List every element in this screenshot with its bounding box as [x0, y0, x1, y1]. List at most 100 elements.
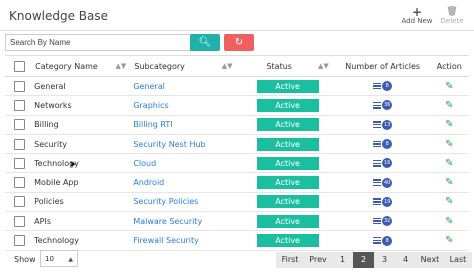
- status-badge: Active: [256, 214, 319, 228]
- header-divider: [0, 30, 474, 31]
- delete-label: Delete: [440, 17, 464, 25]
- refresh-icon: ↻: [234, 37, 244, 48]
- row-checkbox[interactable]: [14, 119, 26, 131]
- article-count-badge: 32: [382, 216, 393, 227]
- column-header-category[interactable]: Category Name ▲▼: [34, 55, 134, 77]
- subcategory-link[interactable]: Security Policies: [133, 197, 198, 206]
- article-count-badge: 36: [382, 100, 393, 111]
- subcategory-link[interactable]: Cloud: [133, 159, 156, 168]
- table-row: APIs Malware Security Active 32 ✎: [5, 211, 469, 232]
- category-name: Security: [34, 134, 134, 155]
- page-button-last[interactable]: Last: [444, 252, 472, 268]
- page-button-3[interactable]: 3: [374, 252, 395, 268]
- subcategory-link[interactable]: Graphics: [133, 101, 168, 110]
- plus-icon: +: [411, 5, 423, 19]
- table-header-row: Category Name ▲▼ Subcategory ▲▼ Status ▲▼ N…: [5, 55, 469, 77]
- sort-icon[interactable]: ▲▼: [222, 62, 233, 70]
- articles-link[interactable]: 19: [373, 196, 393, 207]
- status-badge: Active: [256, 137, 319, 151]
- add-new-label: Add New: [401, 17, 433, 25]
- row-checkbox[interactable]: [14, 157, 26, 169]
- row-checkbox[interactable]: [14, 177, 26, 189]
- page-button-4[interactable]: 4: [395, 252, 416, 268]
- column-header-subcategory[interactable]: Subcategory ▲▼: [133, 55, 240, 77]
- list-icon: [373, 140, 382, 148]
- sort-icon[interactable]: ▲▼: [318, 62, 329, 70]
- column-header-action: Action: [429, 55, 469, 77]
- search-input[interactable]: [5, 34, 195, 51]
- category-name: Technology: [34, 230, 134, 251]
- status-badge: Active: [256, 118, 319, 132]
- page-size-select[interactable]: 10 ▲: [40, 250, 78, 267]
- sort-icon[interactable]: ▲▼: [116, 62, 127, 70]
- delete-button[interactable]: 🗑 Delete: [432, 7, 472, 25]
- page-button-1[interactable]: 1: [332, 252, 353, 268]
- categories-table: Category Name ▲▼ Subcategory ▲▼ Status ▲▼ N…: [5, 55, 469, 251]
- row-checkbox[interactable]: [14, 138, 26, 150]
- article-count-badge: 16: [382, 158, 393, 169]
- edit-icon[interactable]: ✎: [445, 177, 453, 188]
- row-checkbox[interactable]: [14, 80, 26, 92]
- list-icon: [373, 82, 382, 90]
- page-button-prev[interactable]: Prev: [304, 252, 332, 268]
- articles-link[interactable]: 13: [373, 119, 393, 130]
- search-button[interactable]: 🔍︎: [190, 34, 220, 51]
- articles-link[interactable]: 32: [373, 216, 393, 227]
- row-checkbox[interactable]: [14, 215, 26, 227]
- pagination: First Prev 1 2 3 4 Next Last: [276, 252, 472, 268]
- page-button-next[interactable]: Next: [416, 252, 444, 268]
- status-badge: Active: [256, 79, 319, 93]
- select-all-checkbox[interactable]: [14, 60, 26, 72]
- edit-icon[interactable]: ✎: [445, 158, 453, 169]
- column-header-articles: Number of Articles: [335, 55, 430, 77]
- edit-icon[interactable]: ✎: [445, 139, 453, 150]
- article-count-badge: 8: [382, 139, 393, 150]
- list-icon: [373, 237, 382, 244]
- subcategory-link[interactable]: Billing RTI: [133, 120, 172, 129]
- articles-link[interactable]: 8: [373, 235, 393, 246]
- row-checkbox[interactable]: [14, 99, 26, 111]
- table-row: Policies Security Policies Active 19 ✎: [5, 192, 469, 213]
- list-icon: [373, 101, 382, 109]
- article-count-badge: 40: [382, 177, 393, 188]
- edit-icon[interactable]: ✎: [445, 196, 453, 207]
- edit-icon[interactable]: ✎: [445, 119, 453, 130]
- subcategory-link[interactable]: Security Nest Hub: [133, 140, 205, 149]
- category-name: APIs: [34, 211, 134, 232]
- page-size-value: 10: [45, 255, 54, 263]
- edit-icon[interactable]: ✎: [445, 81, 453, 92]
- articles-link[interactable]: 8: [373, 81, 393, 92]
- trash-icon: 🗑: [446, 7, 458, 17]
- category-name: Technology: [34, 153, 134, 174]
- list-icon: [373, 198, 382, 206]
- article-count-badge: 19: [382, 196, 393, 207]
- reset-button[interactable]: ↻: [224, 34, 254, 51]
- articles-link[interactable]: 16: [373, 158, 393, 169]
- subcategory-link[interactable]: General: [133, 82, 165, 91]
- page-title: Knowledge Base: [9, 9, 108, 23]
- articles-link[interactable]: 40: [373, 177, 393, 188]
- subcategory-link[interactable]: Firewall Security: [133, 236, 199, 245]
- edit-icon[interactable]: ✎: [445, 235, 453, 246]
- articles-link[interactable]: 8: [373, 139, 393, 150]
- table-row: Billing Billing RTI Active 13 ✎: [5, 115, 469, 135]
- subcategory-link[interactable]: Android: [133, 178, 164, 187]
- status-badge: Active: [256, 156, 319, 170]
- row-checkbox[interactable]: [14, 196, 26, 208]
- articles-link[interactable]: 36: [373, 100, 393, 111]
- row-checkbox[interactable]: [14, 235, 26, 247]
- subcategory-link[interactable]: Malware Security: [133, 217, 202, 226]
- edit-icon[interactable]: ✎: [445, 216, 453, 227]
- edit-icon[interactable]: ✎: [445, 100, 453, 111]
- table-row: Networks Graphics Active 36 ✎: [5, 95, 469, 116]
- article-count-badge: 8: [382, 81, 393, 92]
- page-button-2[interactable]: 2: [353, 252, 374, 268]
- column-header-status[interactable]: Status ▲▼: [239, 55, 336, 77]
- add-new-button[interactable]: + Add New: [397, 5, 437, 25]
- list-icon: [373, 121, 382, 128]
- list-icon: [373, 179, 382, 186]
- article-count-badge: 8: [382, 235, 393, 246]
- page-button-first[interactable]: First: [276, 252, 304, 268]
- list-icon: [373, 217, 382, 225]
- category-name: General: [34, 76, 134, 97]
